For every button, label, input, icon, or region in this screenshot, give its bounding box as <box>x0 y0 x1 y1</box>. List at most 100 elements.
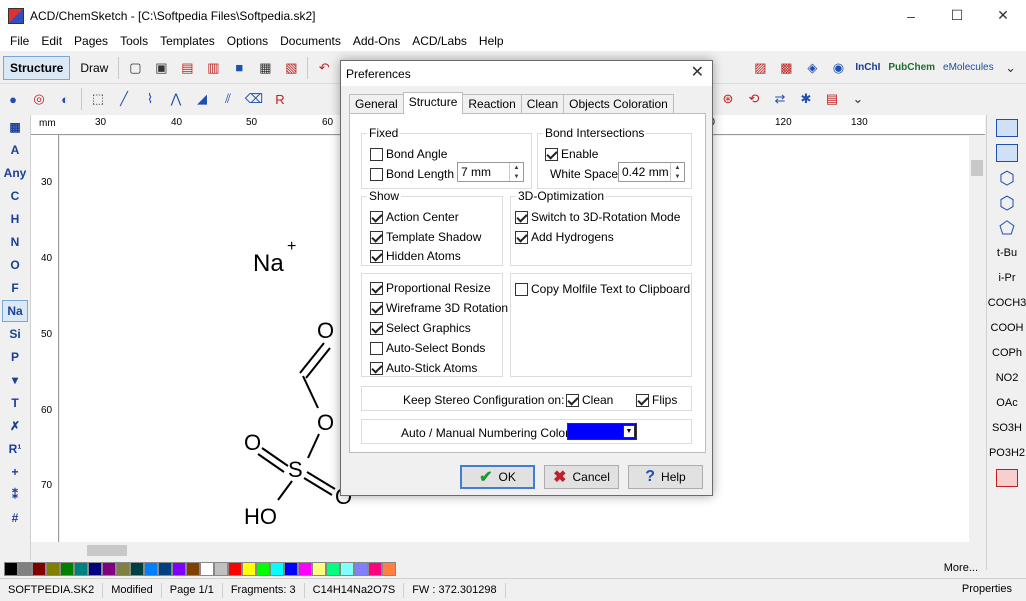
color-swatch[interactable] <box>214 562 228 576</box>
auto-stick-atoms-checkbox[interactable]: Auto-Stick Atoms <box>370 361 477 375</box>
rgroup-icon[interactable]: R <box>269 88 291 110</box>
oxygen-atom-ester[interactable]: O <box>317 410 334 435</box>
bond-length-checkbox[interactable]: Bond Length <box>370 167 454 181</box>
action-center-checkbox[interactable]: Action Center <box>370 210 459 224</box>
color-swatch[interactable] <box>382 562 396 576</box>
undo-icon[interactable]: ↶ <box>313 57 335 79</box>
emolecules-button[interactable]: eMolecules <box>939 62 998 73</box>
scroll-arrows-icon[interactable]: ▾ <box>2 369 28 391</box>
draw-mode-button[interactable]: Draw <box>73 56 115 80</box>
new-document-icon[interactable]: ▢ <box>124 57 146 79</box>
color-swatch[interactable] <box>256 562 270 576</box>
color-swatch[interactable] <box>242 562 256 576</box>
select-move-icon[interactable]: ● <box>2 88 24 110</box>
delete-page-icon[interactable]: ▤ <box>176 57 198 79</box>
horizontal-scrollbar[interactable] <box>60 542 969 559</box>
spin-down-icon[interactable]: ▼ <box>671 172 684 181</box>
inchi-button[interactable]: InChI <box>851 62 884 73</box>
stereo-clean-check[interactable] <box>566 393 579 407</box>
color-swatch[interactable] <box>88 562 102 576</box>
color-swatch[interactable] <box>74 562 88 576</box>
wedge-bond-icon[interactable]: ◢ <box>191 88 213 110</box>
pdf-icon[interactable]: ▧ <box>280 57 302 79</box>
color-swatch[interactable] <box>312 562 326 576</box>
menu-addons[interactable]: Add-Ons <box>347 31 406 51</box>
carboxyl-button[interactable]: COOH <box>989 316 1025 340</box>
atom-button-h[interactable]: H <box>2 208 28 230</box>
help-button[interactable]: ? Help <box>628 465 703 489</box>
color-swatch[interactable] <box>158 562 172 576</box>
minimize-button[interactable]: – <box>888 0 934 31</box>
auto-select-bonds-checkbox[interactable]: Auto-Select Bonds <box>370 341 485 355</box>
atom-button-c[interactable]: C <box>2 185 28 207</box>
draw-bond-icon[interactable]: ╱ <box>113 88 135 110</box>
menu-acdlabs[interactable]: ACD/Labs <box>406 31 473 51</box>
select-graphics-check[interactable] <box>370 321 383 335</box>
hexagon-ring-icon[interactable]: ⬡ <box>989 191 1025 215</box>
color-swatch[interactable] <box>228 562 242 576</box>
more-colors-button[interactable]: More... <box>944 562 978 574</box>
vertical-scrollbar[interactable] <box>969 136 985 542</box>
text-tool-button[interactable]: T <box>2 392 28 414</box>
template-gallery-icon[interactable] <box>989 141 1025 165</box>
color-swatch[interactable] <box>60 562 74 576</box>
pubchem-button[interactable]: PubChem <box>884 62 939 73</box>
color-swatch[interactable] <box>368 562 382 576</box>
enable-check[interactable] <box>545 147 558 161</box>
save-icon[interactable]: ■ <box>228 57 250 79</box>
proportional-resize-check[interactable] <box>370 281 383 295</box>
atom-delete-icon[interactable]: ✗ <box>2 415 28 437</box>
draw-continuous-icon[interactable]: ⋀ <box>165 88 187 110</box>
template-shadow-checkbox[interactable]: Template Shadow <box>370 230 481 244</box>
user-templates-icon[interactable] <box>989 466 1025 490</box>
periodic-table-icon[interactable]: ▦ <box>2 116 28 138</box>
status-properties-button[interactable]: Properties <box>962 583 1012 595</box>
cancel-button[interactable]: ✖ Cancel <box>544 465 619 489</box>
ok-button[interactable]: ✔ OK <box>460 465 535 489</box>
numbering-color-dropdown[interactable]: ▼ <box>567 423 637 440</box>
atom-button-n[interactable]: N <box>2 231 28 253</box>
atom-button-p[interactable]: P <box>2 346 28 368</box>
add-hydrogens-checkbox[interactable]: Add Hydrogens <box>515 230 614 244</box>
auto-stick-atoms-check[interactable] <box>370 361 383 375</box>
atom-button-na[interactable]: Na <box>2 300 28 322</box>
color-swatch[interactable] <box>172 562 186 576</box>
atom-properties-icon[interactable]: ⁑ <box>2 484 28 506</box>
toolbar-overflow-icon[interactable]: ⌄ <box>847 88 869 110</box>
color-swatch[interactable] <box>200 562 214 576</box>
atom-button-o[interactable]: O <box>2 254 28 276</box>
draw-chain-icon[interactable]: ⌇ <box>139 88 161 110</box>
tert-butyl-button[interactable]: t-Bu <box>989 241 1025 265</box>
spin-down-icon[interactable]: ▼ <box>510 172 523 181</box>
auto-select-bonds-check[interactable] <box>370 341 383 355</box>
print-icon[interactable]: ▦ <box>254 57 276 79</box>
phosphono-button[interactable]: PO3H2 <box>989 441 1025 465</box>
acetyl-button[interactable]: COCH3 <box>988 291 1026 315</box>
color-swatch[interactable] <box>18 562 32 576</box>
calculate-icon[interactable]: ✱ <box>795 88 817 110</box>
color-swatch[interactable] <box>32 562 46 576</box>
erase-icon[interactable]: ⌫ <box>243 88 265 110</box>
pentagon-ring-icon[interactable]: ⬠ <box>989 216 1025 240</box>
oxygen-atom-carbonyl[interactable]: O <box>317 318 334 343</box>
color-swatch[interactable] <box>144 562 158 576</box>
stereo-clean-checkbox[interactable]: Clean <box>566 393 613 407</box>
maximize-button[interactable]: ☐ <box>934 0 980 31</box>
color-swatch[interactable] <box>46 562 60 576</box>
menu-help[interactable]: Help <box>473 31 510 51</box>
white-space-spinner[interactable]: 0.42 mm ▲ ▼ <box>618 162 685 182</box>
nitro-button[interactable]: NO2 <box>989 366 1025 390</box>
menu-options[interactable]: Options <box>221 31 274 51</box>
hash-bond-icon[interactable]: ⫽ <box>217 88 239 110</box>
enable-checkbox[interactable]: Enable <box>545 147 598 161</box>
color-swatch[interactable] <box>102 562 116 576</box>
isopropyl-button[interactable]: i-Pr <box>989 266 1025 290</box>
atom-button-any[interactable]: Any <box>2 162 28 184</box>
atom-button-f[interactable]: F <box>2 277 28 299</box>
hydrogen-icon[interactable]: ⇄ <box>769 88 791 110</box>
tab-general[interactable]: General <box>349 94 404 114</box>
color-swatch[interactable] <box>186 562 200 576</box>
copy-molfile-check[interactable] <box>515 282 528 296</box>
proportional-resize-checkbox[interactable]: Proportional Resize <box>370 281 491 295</box>
switch-3d-rotation-check[interactable] <box>515 210 528 224</box>
